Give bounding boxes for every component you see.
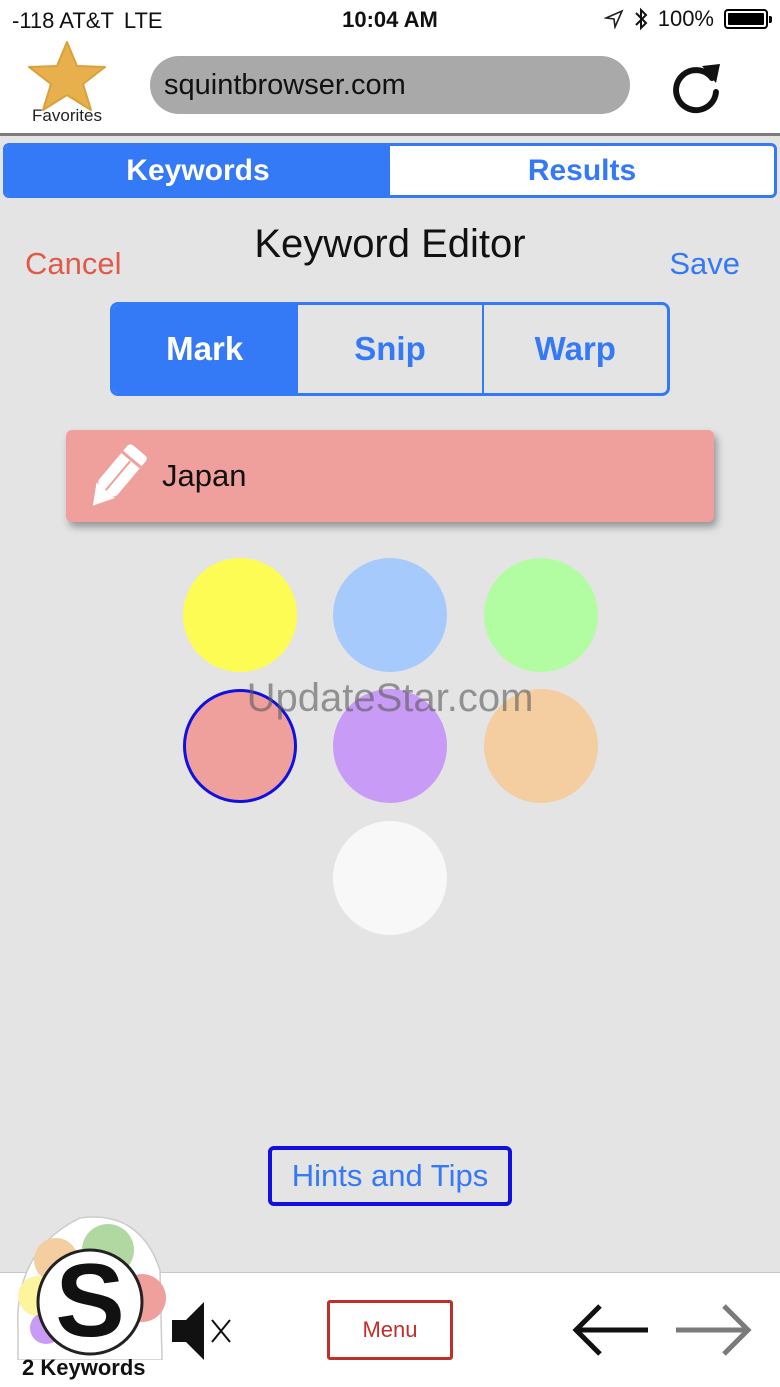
battery-icon bbox=[724, 9, 772, 29]
mode-snip[interactable]: Snip bbox=[296, 305, 481, 393]
battery-percent: 100% bbox=[657, 6, 714, 31]
back-arrow-icon[interactable] bbox=[570, 1300, 652, 1360]
star-icon bbox=[28, 41, 106, 111]
squint-logo-icon[interactable]: S bbox=[10, 1210, 170, 1360]
keyword-card[interactable]: Japan bbox=[66, 430, 714, 522]
favorites-label: Favorites bbox=[32, 106, 102, 125]
battery-fill bbox=[728, 13, 764, 25]
swatch-green[interactable] bbox=[484, 558, 598, 672]
watermark: UpdateStar.com bbox=[246, 676, 534, 720]
save-button[interactable]: Save bbox=[669, 246, 740, 282]
favorites-button[interactable]: Favorites bbox=[20, 40, 114, 130]
swatch-white[interactable] bbox=[333, 821, 447, 935]
keyword-text: Japan bbox=[162, 458, 247, 493]
view-tabs: Keywords Results bbox=[3, 143, 777, 198]
mode-mark[interactable]: Mark bbox=[113, 305, 297, 393]
page-title: Keyword Editor bbox=[254, 222, 526, 266]
status-right: 100% bbox=[603, 6, 772, 32]
url-field[interactable]: squintbrowser.com bbox=[150, 56, 630, 114]
svg-text:S: S bbox=[55, 1243, 124, 1359]
bluetooth-icon bbox=[635, 7, 648, 31]
mode-warp[interactable]: Warp bbox=[481, 305, 667, 393]
speaker-muted-icon[interactable] bbox=[168, 1298, 238, 1364]
pencil-icon bbox=[92, 444, 147, 506]
menu-button[interactable]: Menu bbox=[327, 1300, 453, 1360]
swatch-blue[interactable] bbox=[333, 558, 447, 672]
status-bar: -118 AT&T LTE 10:04 AM 100% bbox=[0, 0, 780, 40]
tab-keywords[interactable]: Keywords bbox=[6, 146, 390, 195]
mode-selector: Mark Snip Warp bbox=[110, 302, 670, 396]
browser-toolbar: Favorites squintbrowser.com bbox=[0, 40, 780, 136]
hints-button[interactable]: Hints and Tips bbox=[268, 1146, 512, 1206]
forward-arrow-icon[interactable] bbox=[672, 1300, 754, 1360]
reload-icon[interactable] bbox=[668, 56, 728, 116]
location-icon bbox=[603, 9, 624, 29]
swatch-yellow[interactable] bbox=[183, 558, 297, 672]
keyword-count: 2 Keywords bbox=[22, 1355, 146, 1380]
tab-results[interactable]: Results bbox=[390, 146, 774, 195]
